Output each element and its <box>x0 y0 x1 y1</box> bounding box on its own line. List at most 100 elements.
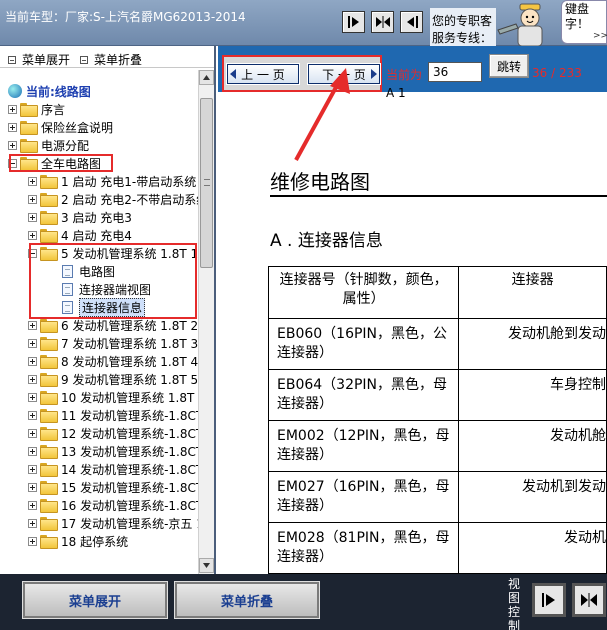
view-control-label: 视图控制 <box>507 577 520 630</box>
tree-root[interactable]: 当前:线路图 <box>8 82 91 100</box>
nav-both-button[interactable] <box>371 11 394 33</box>
tree-item[interactable]: 4 启动 充电4 <box>28 226 132 244</box>
title-divider <box>270 195 607 197</box>
tree-item[interactable]: 2 启动 充电2-不带启动系统 <box>28 190 208 208</box>
expand-toggle-icon[interactable] <box>28 338 37 348</box>
menu-collapse-button[interactable]: 菜单折叠 <box>174 581 320 619</box>
tree-item[interactable]: 17 发动机管理系统-京五 1 <box>28 514 204 532</box>
service-hotline: 您的专职客 服务专线： <box>432 13 494 47</box>
arrow-right-icon <box>347 16 359 28</box>
tree-scrollbar[interactable] <box>198 70 214 574</box>
tree-item-label: 9 发动机管理系统 1.8T 5 <box>61 372 199 387</box>
prev-page-button[interactable]: 上 一 页 <box>226 63 300 85</box>
tree-item[interactable]: 10 发动机管理系统 1.8T <box>28 388 194 406</box>
expand-toggle-icon[interactable] <box>28 500 37 510</box>
tree-item[interactable]: 保险丝盒说明 <box>8 118 113 136</box>
document-page: 维修电路图 A . 连接器信息 连接器号（针脚数，颜色，属性） 连接器 EB06… <box>218 102 607 574</box>
tree-item[interactable]: 7 发动机管理系统 1.8T 3 <box>28 334 198 352</box>
tree-item-label: 18 起停系统 <box>61 534 129 549</box>
expand-toggle-icon[interactable] <box>28 392 37 402</box>
tree-collapse-label: 菜单折叠 <box>94 53 143 67</box>
highlight-box-wiring <box>9 154 113 172</box>
expand-toggle-icon[interactable] <box>28 320 37 330</box>
expand-toggle-icon[interactable] <box>28 428 37 438</box>
scroll-down-button[interactable] <box>199 558 214 573</box>
expand-toggle-icon[interactable] <box>8 122 17 132</box>
expand-toggle-icon[interactable] <box>8 140 17 150</box>
expand-toggle-icon[interactable] <box>28 230 37 240</box>
tree-item-label: 14 发动机管理系统-1.8CT <box>61 462 204 477</box>
tree-item[interactable]: 18 起停系统 <box>28 532 128 550</box>
tree-item-label: 13 发动机管理系统-1.8CT <box>61 444 204 459</box>
folder-icon <box>40 535 58 549</box>
double-arrow-icon <box>581 593 597 607</box>
scroll-thumb[interactable] <box>200 98 213 268</box>
tree-item[interactable]: 14 发动机管理系统-1.8CT <box>28 460 203 478</box>
double-arrow-icon <box>375 16 390 28</box>
tree-item-label: 11 发动机管理系统-1.8CT <box>61 408 204 423</box>
tree-expand-label: 菜单展开 <box>22 53 71 67</box>
table-row: EB060（16PIN，黑色，公连接器） 发动机舱到发动 <box>267 318 607 370</box>
expand-toggle-icon[interactable] <box>28 446 37 456</box>
expand-toggle-icon[interactable] <box>28 518 37 528</box>
connector-description: 发动机到发动 <box>458 471 607 523</box>
column-header: 连接器 <box>458 266 607 319</box>
document-title: 维修电路图 <box>270 170 370 194</box>
page-number-input[interactable] <box>428 62 482 82</box>
folder-icon <box>40 391 58 405</box>
expand-toggle-icon[interactable] <box>28 536 37 546</box>
expand-toggle-icon[interactable] <box>28 212 37 222</box>
menu-expand-button[interactable]: 菜单展开 <box>22 581 168 619</box>
nav-back-button[interactable] <box>400 11 423 33</box>
tree-item[interactable]: 9 发动机管理系统 1.8T 5 <box>28 370 198 388</box>
folder-icon <box>40 481 58 495</box>
tree-item[interactable]: 12 发动机管理系统-1.8CT <box>28 424 203 442</box>
view-both-button[interactable] <box>572 583 606 617</box>
expand-toggle-icon[interactable] <box>28 482 37 492</box>
table-row: EB064（32PIN，黑色，母连接器） 车身控制 <box>267 369 607 421</box>
table-row: EM027（16PIN，黑色，母连接器） 发动机到发动 <box>267 471 607 523</box>
tree-item-label: 序言 <box>41 102 66 117</box>
tree-item[interactable]: 电源分配 <box>8 136 89 154</box>
tree-item[interactable]: 序言 <box>8 100 65 118</box>
scroll-up-button[interactable] <box>199 70 214 85</box>
page-count: 36 / 233 <box>532 66 582 80</box>
connector-table: 连接器号（针脚数，颜色，属性） 连接器 EB060（16PIN，黑色，公连接器）… <box>267 266 607 574</box>
tree-expand-all[interactable]: 菜单展开 <box>8 51 70 68</box>
view-forward-button[interactable] <box>532 583 566 617</box>
section-code: A 1 <box>386 86 406 100</box>
bubble-more-link[interactable]: >> <box>593 31 607 41</box>
tree-item[interactable]: 3 启动 充电3 <box>28 208 132 226</box>
connector-description: 车身控制 <box>458 369 607 421</box>
next-arrow-icon <box>370 69 377 79</box>
table-row: EM002（12PIN，黑色，母连接器） 发动机舱 <box>267 420 607 472</box>
tree-item[interactable]: 11 发动机管理系统-1.8CT <box>28 406 203 424</box>
expand-toggle-icon[interactable] <box>28 176 37 186</box>
expand-toggle-icon[interactable] <box>28 194 37 204</box>
folder-icon <box>20 121 38 135</box>
connector-description: 发动机舱 <box>458 420 607 472</box>
tree-item[interactable]: 1 启动 充电1-带启动系统 <box>28 172 196 190</box>
tree-item[interactable]: 15 发动机管理系统-1.8CT <box>28 478 203 496</box>
tree-item-label: 3 启动 充电3 <box>61 210 132 225</box>
expand-toggle-icon[interactable] <box>8 104 17 114</box>
tree-collapse-all[interactable]: 菜单折叠 <box>80 51 142 68</box>
expand-toggle-icon[interactable] <box>28 410 37 420</box>
expand-toggle-icon[interactable] <box>28 374 37 384</box>
tree-item-label: 6 发动机管理系统 1.8T 2 <box>61 318 199 333</box>
folder-icon <box>40 193 58 207</box>
folder-icon <box>40 517 58 531</box>
tree-item-label: 7 发动机管理系统 1.8T 3 <box>61 336 199 351</box>
tree-item[interactable]: 13 发动机管理系统-1.8CT <box>28 442 203 460</box>
nav-forward-button[interactable] <box>342 11 365 33</box>
jump-button[interactable]: 跳转 <box>489 54 529 78</box>
tree-item[interactable]: 8 发动机管理系统 1.8T 4 <box>28 352 198 370</box>
folder-icon <box>40 445 58 459</box>
expand-toggle-icon[interactable] <box>28 356 37 366</box>
tree-item[interactable]: 16 发动机管理系统-1.8CT <box>28 496 203 514</box>
expand-toggle-icon[interactable] <box>28 464 37 474</box>
connector-code: EM028（81PIN，黑色，母连接器） <box>267 522 460 574</box>
folder-icon <box>40 427 58 441</box>
tree-item-label: 16 发动机管理系统-1.8CT <box>61 498 204 513</box>
top-header: 当前车型：厂家:S-上汽名爵MG62013-2014 您的专职客 服务专线： 键… <box>0 0 607 46</box>
